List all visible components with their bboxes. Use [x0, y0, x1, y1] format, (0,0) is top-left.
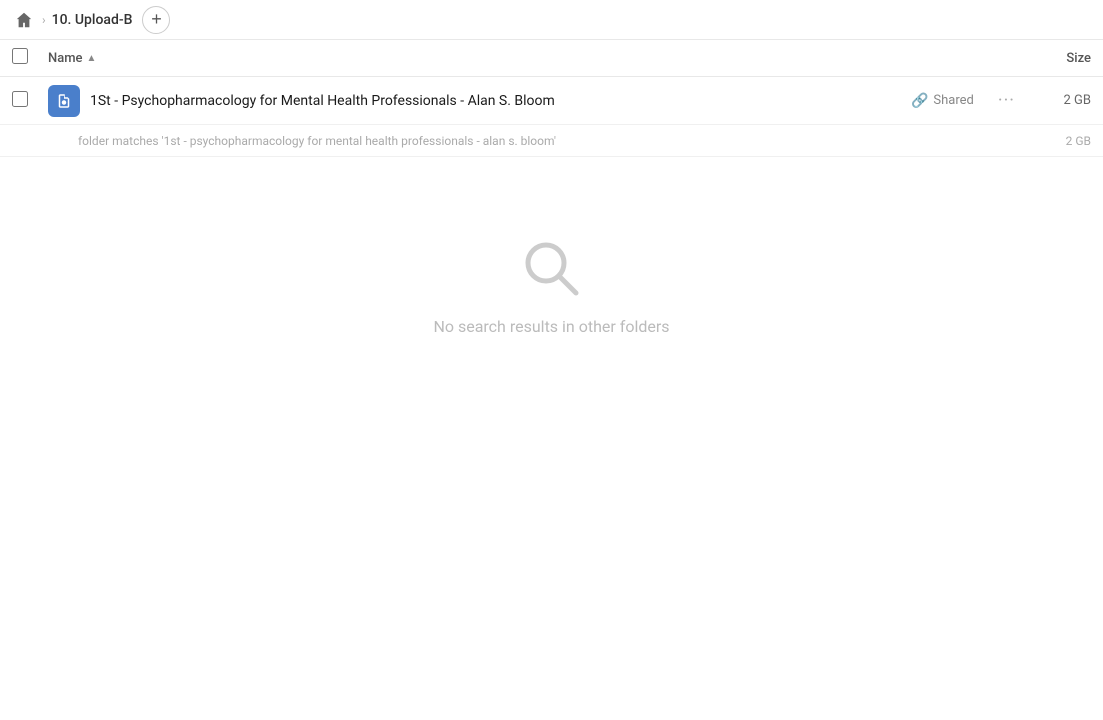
file-type-icon [48, 85, 80, 117]
empty-search-icon [520, 237, 584, 301]
empty-state: No search results in other folders [0, 157, 1103, 416]
shared-badge[interactable]: 🔗 Shared [911, 93, 974, 109]
file-size: 2 GB [1031, 93, 1091, 108]
breadcrumb-separator: › [42, 13, 46, 27]
column-header: Name ▲ Size [0, 40, 1103, 77]
link-icon: 🔗 [911, 93, 928, 109]
file-name[interactable]: 1St - Psychopharmacology for Mental Heal… [90, 93, 911, 109]
add-button[interactable]: + [142, 6, 170, 34]
breadcrumb-current-folder[interactable]: 10. Upload-B [52, 12, 133, 28]
more-options-button[interactable]: ··· [990, 86, 1023, 115]
folder-match-row: folder matches '1st - psychopharmacology… [0, 125, 1103, 157]
select-all-checkbox[interactable] [12, 48, 28, 64]
file-checkbox[interactable] [12, 91, 28, 107]
select-all-checkbox-container [12, 48, 48, 68]
name-column-header[interactable]: Name ▲ [48, 51, 1011, 66]
home-button[interactable] [12, 8, 36, 32]
folder-match-size: 2 GB [1031, 134, 1091, 148]
empty-state-message: No search results in other folders [433, 317, 669, 336]
folder-match-text: folder matches '1st - psychopharmacology… [78, 134, 1031, 148]
shared-label: Shared [933, 93, 973, 108]
file-checkbox-container [12, 91, 48, 111]
sort-icon: ▲ [87, 53, 97, 64]
size-column-header: Size [1011, 51, 1091, 66]
breadcrumb-bar: › 10. Upload-B + [0, 0, 1103, 40]
file-row: 1St - Psychopharmacology for Mental Heal… [0, 77, 1103, 125]
